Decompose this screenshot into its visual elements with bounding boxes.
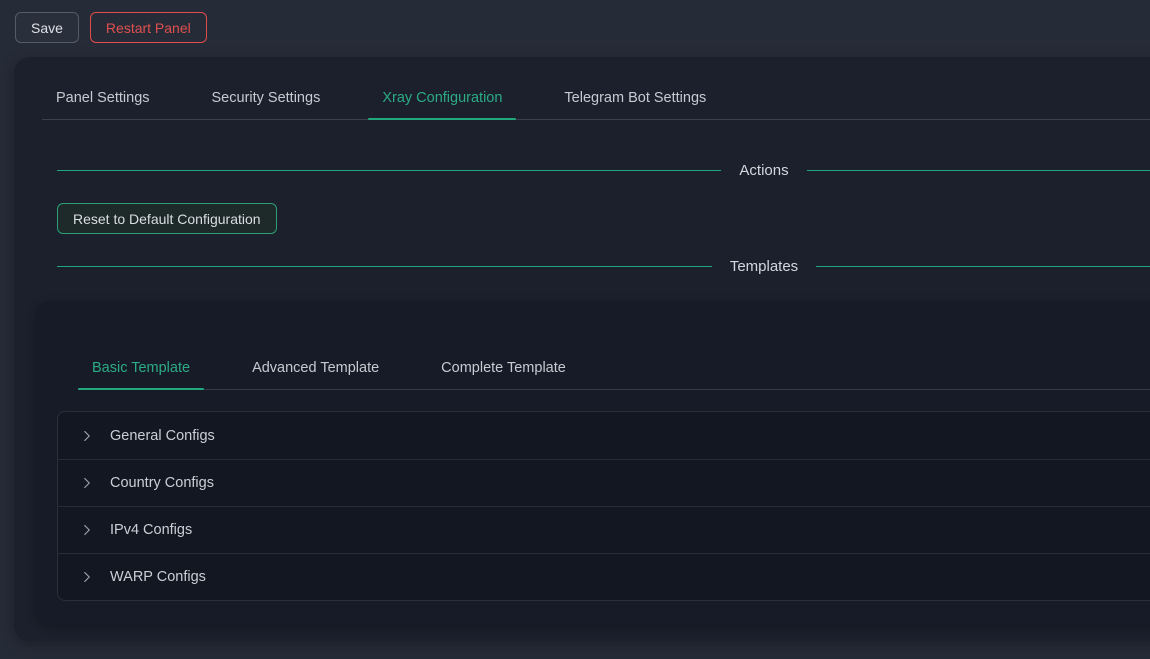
save-button[interactable]: Save xyxy=(15,12,79,43)
actions-divider: Actions xyxy=(57,162,1150,179)
template-tabs: Basic Template Advanced Template Complet… xyxy=(78,347,1150,390)
collapse-row-general-configs[interactable]: General Configs xyxy=(58,412,1150,459)
tab-complete-template[interactable]: Complete Template xyxy=(427,347,580,389)
tab-panel-settings[interactable]: Panel Settings xyxy=(42,77,164,119)
collapse-row-label: IPv4 Configs xyxy=(110,522,192,538)
chevron-right-icon xyxy=(81,524,93,536)
tab-telegram-bot-settings[interactable]: Telegram Bot Settings xyxy=(550,77,720,119)
config-collapse-list: General Configs Country Configs IPv4 Con… xyxy=(57,411,1150,601)
chevron-right-icon xyxy=(81,477,93,489)
tab-xray-configuration[interactable]: Xray Configuration xyxy=(368,77,516,119)
templates-divider: Templates xyxy=(57,258,1150,275)
collapse-row-label: WARP Configs xyxy=(110,569,206,585)
templates-card: Basic Template Advanced Template Complet… xyxy=(35,301,1150,625)
collapse-row-ipv4-configs[interactable]: IPv4 Configs xyxy=(58,506,1150,553)
reset-to-default-button[interactable]: Reset to Default Configuration xyxy=(57,203,277,234)
restart-panel-button[interactable]: Restart Panel xyxy=(90,12,207,43)
collapse-row-label: Country Configs xyxy=(110,475,214,491)
chevron-right-icon xyxy=(81,430,93,442)
collapse-row-warp-configs[interactable]: WARP Configs xyxy=(58,553,1150,600)
collapse-row-country-configs[interactable]: Country Configs xyxy=(58,459,1150,506)
tab-advanced-template[interactable]: Advanced Template xyxy=(238,347,393,389)
collapse-row-label: General Configs xyxy=(110,428,215,444)
actions-divider-title: Actions xyxy=(721,162,806,179)
top-bar: Save Restart Panel xyxy=(0,0,1150,43)
tab-basic-template[interactable]: Basic Template xyxy=(78,347,204,389)
settings-card: Panel Settings Security Settings Xray Co… xyxy=(14,57,1150,641)
templates-divider-title: Templates xyxy=(712,258,816,275)
settings-tabs: Panel Settings Security Settings Xray Co… xyxy=(42,77,1150,120)
chevron-right-icon xyxy=(81,571,93,583)
tab-security-settings[interactable]: Security Settings xyxy=(198,77,335,119)
